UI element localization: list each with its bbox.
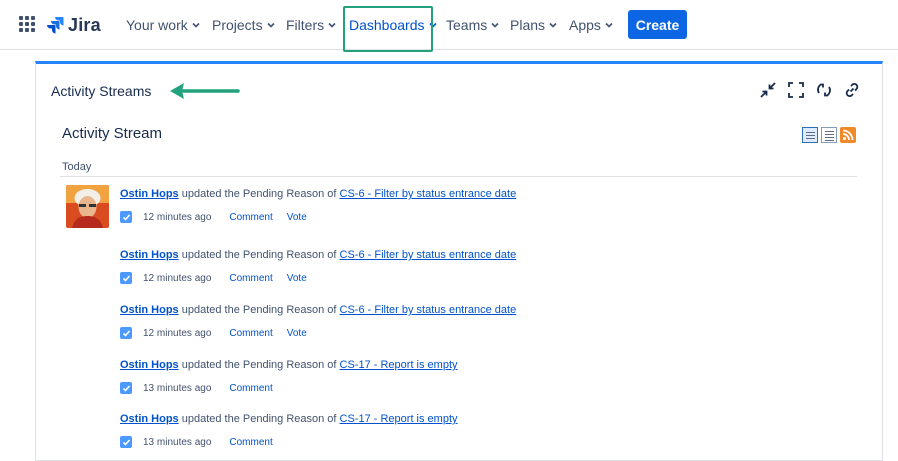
date-group-label: Today (62, 161, 92, 173)
vote-link[interactable]: Vote (287, 328, 307, 339)
nav-your-work[interactable]: Your work (126, 0, 201, 50)
task-checkbox-icon (120, 211, 132, 223)
timestamp: 12 minutes ago (143, 327, 212, 339)
issue-link[interactable]: CS-17 - Report is empty (340, 359, 458, 371)
timestamp: 12 minutes ago (143, 211, 212, 223)
vote-link[interactable]: Vote (287, 273, 307, 284)
comment-link[interactable]: Comment (229, 328, 272, 339)
nav-plans[interactable]: Plans (510, 0, 558, 50)
nav-label: Filters (286, 17, 325, 33)
issue-link[interactable]: CS-6 - Filter by status entrance date (340, 188, 517, 200)
entry-text: Ostin Hops updated the Pending Reason of… (120, 249, 516, 261)
user-link[interactable]: Ostin Hops (120, 188, 179, 200)
entry-meta: 12 minutes ago Comment Vote (120, 211, 321, 223)
entry-meta: 12 minutes ago Comment Vote (120, 272, 321, 284)
chevron-down-icon (605, 22, 613, 28)
task-checkbox-icon (120, 327, 132, 339)
nav-label: Plans (510, 17, 546, 33)
entry-text: Ostin Hops updated the Pending Reason of… (120, 359, 458, 371)
view-switcher (802, 127, 856, 143)
nav-highlight-box (343, 6, 433, 52)
app-switcher-icon[interactable] (19, 16, 35, 32)
activity-entry: Ostin Hops updated the Pending Reason of… (120, 359, 458, 394)
user-link[interactable]: Ostin Hops (120, 413, 179, 425)
entry-action: updated the Pending Reason of (178, 188, 340, 200)
comment-link[interactable]: Comment (229, 437, 272, 448)
gadget-title: Activity Streams (51, 83, 152, 99)
issue-link[interactable]: CS-17 - Report is empty (340, 413, 458, 425)
comment-link[interactable]: Comment (229, 273, 272, 284)
chevron-down-icon (549, 22, 557, 28)
comment-link[interactable]: Comment (229, 212, 272, 223)
jira-logo-icon (47, 17, 64, 34)
activity-stream-title: Activity Stream (62, 125, 163, 142)
entry-text: Ostin Hops updated the Pending Reason of… (120, 188, 516, 200)
entry-meta: 12 minutes ago Comment Vote (120, 327, 321, 339)
chevron-down-icon (328, 22, 336, 28)
link-icon[interactable] (843, 81, 861, 99)
entry-action: updated the Pending Reason of (178, 249, 340, 261)
nav-label: Your work (126, 17, 188, 33)
refresh-icon[interactable] (815, 81, 833, 99)
nav-teams[interactable]: Teams (446, 0, 500, 50)
entry-meta: 13 minutes ago Comment (120, 382, 287, 394)
nav-label: Apps (569, 17, 601, 33)
avatar[interactable] (66, 185, 109, 228)
user-link[interactable]: Ostin Hops (120, 304, 179, 316)
issue-link[interactable]: CS-6 - Filter by status entrance date (340, 249, 517, 261)
entry-action: updated the Pending Reason of (178, 359, 340, 371)
divider (60, 176, 857, 177)
issue-link[interactable]: CS-6 - Filter by status entrance date (340, 304, 517, 316)
timestamp: 12 minutes ago (143, 272, 212, 284)
task-checkbox-icon (120, 272, 132, 284)
nav-filters[interactable]: Filters (286, 0, 337, 50)
full-view-icon[interactable] (802, 127, 818, 143)
activity-entry: Ostin Hops updated the Pending Reason of… (120, 413, 458, 448)
user-avatar-image (66, 185, 109, 228)
entry-meta: 13 minutes ago Comment (120, 436, 287, 448)
logo-text: Jira (68, 14, 101, 35)
nav-label: Teams (446, 17, 488, 33)
task-checkbox-icon (120, 436, 132, 448)
nav-label: Projects (212, 17, 263, 33)
create-button[interactable]: Create (628, 10, 687, 39)
entry-action: updated the Pending Reason of (178, 413, 340, 425)
fullscreen-icon[interactable] (787, 81, 805, 99)
entry-text: Ostin Hops updated the Pending Reason of… (120, 304, 516, 316)
list-view-icon[interactable] (821, 127, 837, 143)
activity-entry: Ostin Hops updated the Pending Reason of… (120, 249, 516, 284)
jira-logo[interactable]: Jira (46, 13, 101, 37)
activity-entry: Ostin Hops updated the Pending Reason of… (120, 188, 516, 223)
rss-icon[interactable] (840, 127, 856, 143)
entry-action: updated the Pending Reason of (178, 304, 340, 316)
nav-apps[interactable]: Apps (569, 0, 614, 50)
chevron-down-icon (491, 22, 499, 28)
user-link[interactable]: Ostin Hops (120, 359, 179, 371)
minimize-icon[interactable] (759, 81, 777, 99)
user-link[interactable]: Ostin Hops (120, 249, 179, 261)
rss-glyph-icon (842, 129, 854, 141)
activity-entry: Ostin Hops updated the Pending Reason of… (120, 304, 516, 339)
task-checkbox-icon (120, 382, 132, 394)
top-navigation: Jira Your work Projects Filters Dashboar… (0, 0, 898, 52)
vote-link[interactable]: Vote (287, 212, 307, 223)
timestamp: 13 minutes ago (143, 382, 212, 394)
activity-streams-gadget: Activity Streams Activity Stream Today O… (35, 61, 883, 461)
entry-text: Ostin Hops updated the Pending Reason of… (120, 413, 458, 425)
annotation-arrow-icon (170, 83, 240, 99)
chevron-down-icon (267, 22, 275, 28)
nav-projects[interactable]: Projects (212, 0, 276, 50)
timestamp: 13 minutes ago (143, 436, 212, 448)
comment-link[interactable]: Comment (229, 383, 272, 394)
chevron-down-icon (192, 22, 200, 28)
